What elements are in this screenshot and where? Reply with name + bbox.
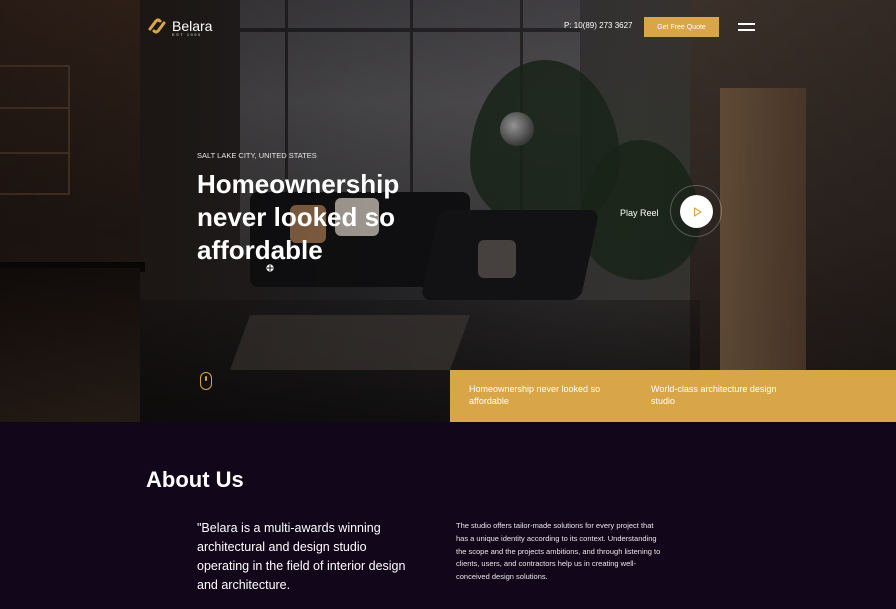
mouse-scroll-icon[interactable] <box>200 372 212 390</box>
about-quote: "Belara is a multi-awards winning archit… <box>197 521 406 592</box>
logo[interactable]: Belara EST 1990 <box>147 16 213 37</box>
about-description: The studio offers tailor-made solutions … <box>456 521 661 582</box>
hero-headline: Homeownership never looked so affordable <box>197 168 447 267</box>
about-title: About Us <box>146 467 244 492</box>
phone-number[interactable]: P: 10(89) 273 3627 <box>564 21 633 30</box>
logo-est: EST 1990 <box>172 32 202 37</box>
hero-overlay <box>0 0 896 422</box>
hero-section <box>0 0 896 422</box>
play-reel-button[interactable] <box>680 195 713 228</box>
hero-headline-line: never looked so <box>197 202 395 232</box>
hero-location: SALT LAKE CITY, UNITED STATES <box>197 151 317 160</box>
get-free-quote-button[interactable]: Get Free Quote <box>644 17 719 37</box>
logo-name: Belara <box>172 18 213 34</box>
hamburger-icon[interactable] <box>738 23 755 31</box>
logo-icon <box>148 18 166 34</box>
band-item[interactable]: World-class architecture design studio <box>651 383 801 407</box>
about-section <box>0 422 896 609</box>
hero-headline-line: affordable <box>197 235 323 265</box>
hero-headline-line: Homeownership <box>197 169 400 199</box>
play-reel-label[interactable]: Play Reel <box>620 208 659 218</box>
cursor-icon <box>265 263 275 273</box>
band-item[interactable]: Homeownership never looked so affordable <box>469 383 619 407</box>
play-icon <box>693 206 702 217</box>
